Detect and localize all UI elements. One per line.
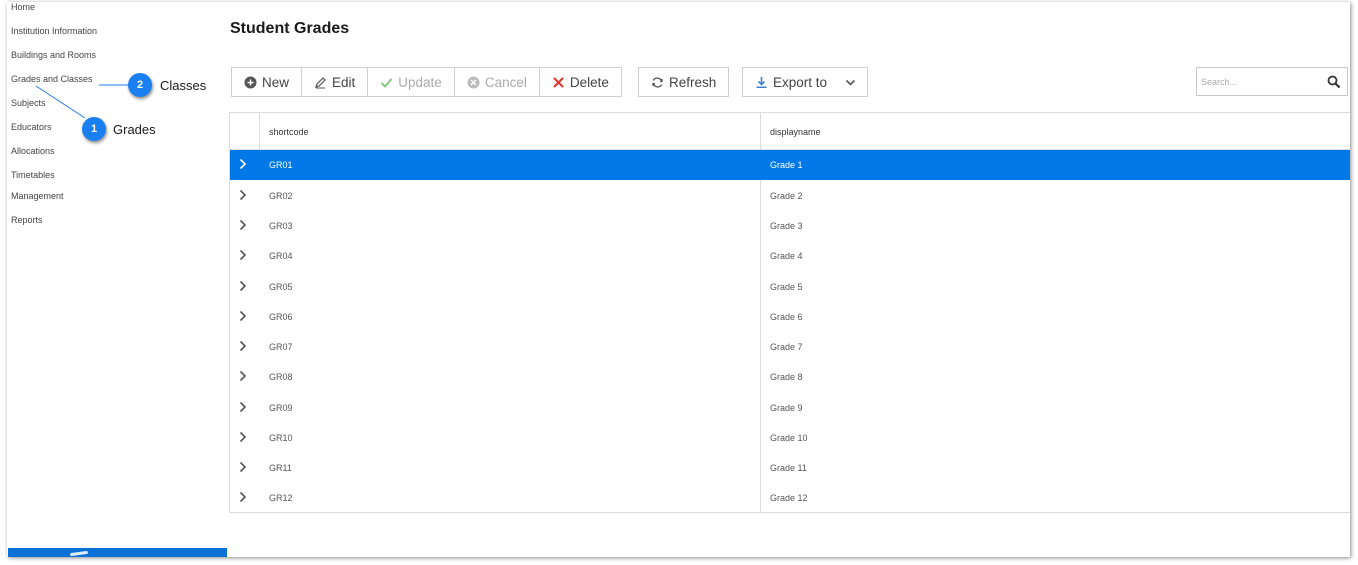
chevron-right-icon[interactable] (238, 401, 248, 413)
chevron-right-icon[interactable] (238, 461, 248, 473)
cell-shortcode: GR01 (269, 160, 293, 170)
chevron-right-icon[interactable] (238, 219, 248, 231)
cell-displayname: Grade 3 (770, 221, 803, 231)
logo-mark (69, 550, 89, 557)
table-row[interactable]: GR01 Grade 1 (230, 150, 1350, 180)
crud-toolbar: New Edit Update Cancel Delete (231, 67, 622, 97)
sidebar-item-management[interactable]: Management (11, 191, 64, 201)
table-row[interactable]: GR11 Grade 11 (230, 453, 1350, 483)
update-button[interactable]: Update (368, 68, 455, 96)
cell-shortcode: GR05 (269, 282, 293, 292)
sidebar-item-institution-information[interactable]: Institution Information (11, 26, 97, 36)
chevron-right-icon[interactable] (238, 158, 248, 170)
cell-shortcode: GR04 (269, 251, 293, 261)
chevron-right-icon[interactable] (238, 370, 248, 382)
sidebar-footer (8, 548, 227, 557)
page-title: Student Grades (230, 20, 350, 37)
table-row[interactable]: GR12 Grade 12 (230, 483, 1350, 513)
search-icon[interactable] (1327, 75, 1341, 89)
cell-shortcode: GR10 (269, 433, 293, 443)
cell-shortcode: GR12 (269, 493, 293, 503)
cell-displayname: Grade 4 (770, 251, 803, 261)
callout-badge-2: 2 (128, 73, 152, 97)
cell-displayname: Grade 5 (770, 282, 803, 292)
edit-button-label: Edit (332, 74, 356, 90)
cell-displayname: Grade 10 (770, 433, 808, 443)
callout-label-classes: Classes (160, 78, 207, 93)
chevron-right-icon[interactable] (238, 310, 248, 322)
cell-shortcode: GR06 (269, 312, 293, 322)
chevron-right-icon[interactable] (238, 340, 248, 352)
plus-circle-icon (244, 76, 257, 89)
table-row[interactable]: GR09 Grade 9 (230, 393, 1350, 423)
export-button[interactable]: Export to (743, 68, 867, 96)
grid-header: shortcode displayname (230, 113, 1350, 150)
cell-shortcode: GR03 (269, 221, 293, 231)
sidebar-item-timetables[interactable]: Timetables (11, 170, 55, 180)
chevron-right-icon[interactable] (238, 249, 248, 261)
column-header-displayname[interactable]: displayname (770, 127, 821, 137)
table-row[interactable]: GR07 Grade 7 (230, 332, 1350, 362)
cell-shortcode: GR07 (269, 342, 293, 352)
table-row[interactable]: GR02 Grade 2 (230, 181, 1350, 211)
pencil-icon (314, 76, 327, 89)
column-header-shortcode[interactable]: shortcode (269, 127, 309, 137)
cell-shortcode: GR02 (269, 191, 293, 201)
cell-displayname: Grade 1 (770, 160, 803, 170)
sidebar-item-reports[interactable]: Reports (11, 215, 43, 225)
edit-button[interactable]: Edit (302, 68, 369, 96)
chevron-right-icon[interactable] (238, 189, 248, 201)
checkmark-icon (380, 76, 393, 89)
refresh-button[interactable]: Refresh (639, 68, 728, 96)
sidebar-item-educators[interactable]: Educators (11, 122, 52, 132)
cell-displayname: Grade 6 (770, 312, 803, 322)
update-button-label: Update (398, 74, 442, 90)
chevron-right-icon[interactable] (238, 280, 248, 292)
chevron-right-icon[interactable] (238, 491, 248, 503)
grades-grid: shortcode displayname GR01 Grade 1 GR02 Gra… (229, 112, 1350, 513)
cell-displayname: Grade 12 (770, 493, 808, 503)
app-window: Home Institution Information Buildings a… (7, 2, 1350, 557)
table-row[interactable]: GR06 Grade 6 (230, 302, 1350, 332)
callout-badge-1: 1 (82, 117, 106, 141)
sidebar-item-allocations[interactable]: Allocations (11, 146, 55, 156)
search-input[interactable] (1201, 74, 1321, 90)
chevron-right-icon[interactable] (238, 431, 248, 443)
grid-header-expander-cell (230, 113, 260, 149)
sidebar-item-buildings-and-rooms[interactable]: Buildings and Rooms (11, 50, 96, 60)
new-button[interactable]: New (232, 68, 303, 96)
sidebar-item-subjects[interactable]: Subjects (11, 98, 46, 108)
cell-displayname: Grade 2 (770, 191, 803, 201)
cell-displayname: Grade 8 (770, 372, 803, 382)
sidebar-item-grades-and-classes[interactable]: Grades and Classes (11, 74, 93, 84)
cell-shortcode: GR11 (269, 463, 292, 473)
cell-shortcode: GR08 (269, 372, 293, 382)
table-row[interactable]: GR05 Grade 5 (230, 272, 1350, 302)
download-icon (755, 76, 768, 89)
x-icon (552, 76, 565, 89)
search-box (1196, 67, 1348, 96)
refresh-button-label: Refresh (669, 74, 717, 90)
export-toolbar: Export to (742, 67, 869, 97)
delete-button[interactable]: Delete (540, 68, 621, 96)
table-row[interactable]: GR03 Grade 3 (230, 211, 1350, 241)
table-row[interactable]: GR04 Grade 4 (230, 241, 1350, 271)
cell-displayname: Grade 7 (770, 342, 803, 352)
table-row[interactable]: GR08 Grade 8 (230, 362, 1350, 392)
cancel-button-label: Cancel (484, 74, 527, 90)
export-button-label: Export to (773, 74, 828, 90)
table-row[interactable]: GR10 Grade 10 (230, 423, 1350, 453)
cancel-circle-icon (467, 76, 480, 89)
callout-label-grades: Grades (113, 122, 156, 137)
cell-displayname: Grade 9 (770, 403, 803, 413)
new-button-label: New (262, 74, 290, 90)
cancel-button[interactable]: Cancel (455, 68, 540, 96)
cell-displayname: Grade 11 (770, 463, 807, 473)
refresh-icon (651, 76, 664, 89)
refresh-toolbar: Refresh (638, 67, 730, 97)
cell-shortcode: GR09 (269, 403, 293, 413)
delete-button-label: Delete (569, 74, 609, 90)
sidebar-item-home[interactable]: Home (11, 2, 35, 12)
chevron-down-icon (844, 76, 857, 89)
